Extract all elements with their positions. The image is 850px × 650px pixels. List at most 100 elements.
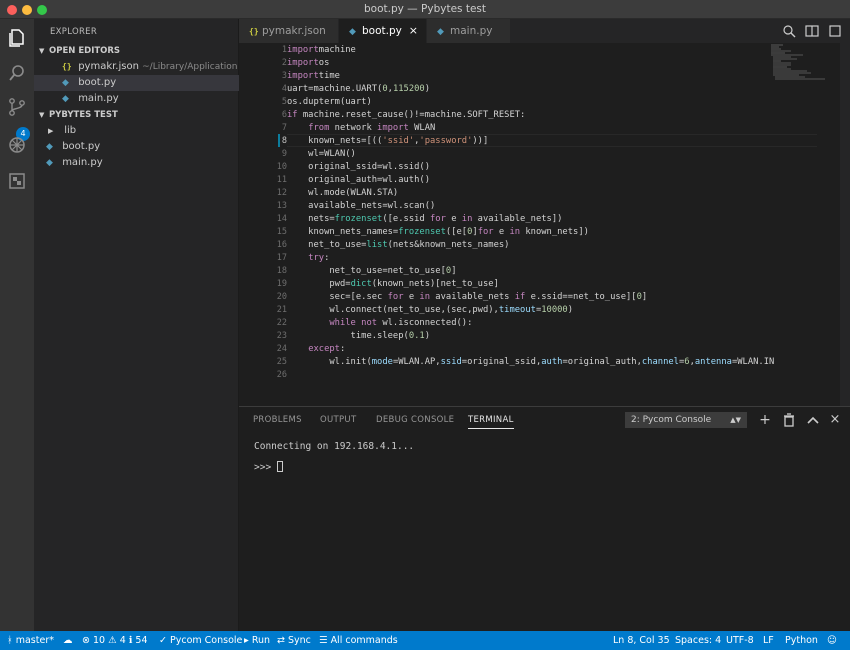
code-token: os.dupterm(uart)	[287, 97, 372, 107]
indentation[interactable]: Spaces: 4	[675, 631, 721, 650]
info-count: 54	[135, 635, 148, 646]
more-actions-icon[interactable]	[828, 24, 842, 38]
code-token: original_auth=wl.auth()	[287, 175, 430, 185]
terminal-select-value: 2: Pycom Console	[631, 415, 712, 425]
cursor-position[interactable]: Ln 8, Col 35	[613, 631, 670, 650]
code-line: uart=machine.UART(0,115200)	[287, 84, 430, 94]
branch-label: master*	[15, 635, 54, 646]
problems-indicator[interactable]: ⊗ 10 ⚠ 4 ℹ 54	[82, 631, 148, 650]
search-icon[interactable]	[7, 63, 27, 83]
activity-bar: 4	[0, 19, 34, 631]
code-line: importos	[287, 58, 329, 68]
code-token: if	[287, 110, 298, 120]
preview-icon[interactable]	[782, 24, 796, 38]
open-editor-item[interactable]: ◆ main.py	[34, 91, 239, 107]
file-item[interactable]: ◆ boot.py	[34, 139, 239, 155]
language-mode[interactable]: Python	[785, 631, 818, 650]
code-token: while	[329, 318, 356, 328]
source-control-icon[interactable]	[7, 97, 27, 117]
tab-main-py[interactable]: ◆ main.py	[427, 19, 511, 43]
code-token: ssid	[440, 357, 462, 367]
pycom-console-button[interactable]: ✓ Pycom Console	[159, 631, 242, 650]
tab-terminal[interactable]: TERMINAL	[468, 415, 514, 429]
code-token: known_nets_names=	[287, 227, 399, 237]
branch-indicator[interactable]: ᚼ master*	[7, 631, 54, 650]
open-editor-label: boot.py	[78, 77, 117, 88]
code-line: time.sleep(0.1)	[287, 331, 430, 341]
code-line: os.dupterm(uart)	[287, 97, 372, 107]
tab-output[interactable]: OUTPUT	[320, 415, 356, 425]
close-panel-icon[interactable]: ×	[827, 412, 843, 428]
play-icon: ▸	[244, 635, 249, 646]
extensions-icon[interactable]	[7, 171, 27, 191]
code-token: )	[567, 305, 574, 315]
split-editor-icon[interactable]	[805, 24, 819, 38]
minimap[interactable]	[769, 43, 839, 83]
code-token: wl.mode(WLAN.STA)	[287, 188, 399, 198]
terminal-select[interactable]: 2: Pycom Console ▲▼	[625, 412, 747, 428]
vertical-scrollbar[interactable]	[840, 43, 850, 406]
folder-item-lib[interactable]: ▶ lib	[34, 123, 239, 139]
open-editors-header[interactable]: ▼ OPEN EDITORS	[34, 43, 239, 59]
bottom-panel: PROBLEMS OUTPUT DEBUG CONSOLE TERMINAL 2…	[239, 406, 850, 631]
sync-button[interactable]: ⇄ Sync	[277, 631, 311, 650]
python-file-icon: ◆	[62, 94, 69, 104]
code-line: wl.connect(net_to_use,(sec,pwd),timeout=…	[287, 305, 573, 315]
open-editor-label: pymakr.json	[78, 61, 139, 72]
code-token: e	[493, 227, 510, 237]
editor-tab-bar: {} pymakr.json ◆ boot.py × ◆ main.py	[239, 19, 850, 43]
code-token: wl=WLAN()	[287, 149, 356, 159]
sidebar-title: EXPLORER	[50, 27, 98, 37]
python-file-icon: ◆	[46, 142, 53, 152]
close-tab-icon[interactable]: ×	[409, 19, 418, 43]
code-token: time	[318, 71, 340, 81]
tab-problems[interactable]: PROBLEMS	[253, 415, 302, 425]
sync-cloud-icon[interactable]: ☁	[63, 631, 73, 650]
code-token: 115200	[392, 84, 425, 94]
line-ending[interactable]: LF	[763, 631, 774, 650]
chevron-down-icon: ▼	[39, 111, 45, 119]
window-title: boot.py — Pybytes test	[364, 3, 486, 15]
code-token: timeout	[498, 305, 536, 315]
tab-debug-console[interactable]: DEBUG CONSOLE	[376, 415, 454, 425]
error-icon: ⊗	[82, 635, 90, 646]
select-arrows-icon: ▲▼	[730, 416, 741, 424]
tab-label: main.py	[450, 25, 493, 37]
terminal-output-line: Connecting on 192.168.4.1...	[254, 441, 415, 452]
code-token: in	[509, 227, 521, 237]
explorer-sidebar: EXPLORER ▼ OPEN EDITORS {} pymakr.json ~/…	[34, 19, 239, 631]
open-editor-item[interactable]: {} pymakr.json ~/Library/Application Su.…	[34, 59, 239, 75]
code-token: import	[377, 123, 409, 133]
code-line: original_auth=wl.auth()	[287, 175, 430, 185]
explorer-icon[interactable]	[7, 27, 27, 47]
chevron-up-icon[interactable]	[805, 412, 821, 428]
tab-boot-py[interactable]: ◆ boot.py ×	[339, 19, 427, 43]
terminal-prompt-line[interactable]: >>>	[254, 461, 283, 473]
code-line: from network import WLAN	[287, 123, 435, 133]
trash-icon[interactable]	[781, 412, 797, 428]
code-token: import	[287, 58, 319, 68]
sync-label: Sync	[288, 635, 311, 646]
new-terminal-icon[interactable]: +	[757, 412, 773, 428]
code-line: wl.init(mode=WLAN.AP,ssid=original_ssid,…	[287, 357, 774, 367]
code-editor[interactable]: 1 2 3 4 5 6 7 8 9 10 11 12 13 14 15 16 17 18 19 20 21 22 23 24 2…	[239, 43, 850, 406]
code-token: network	[329, 123, 378, 133]
all-commands-button[interactable]: ☰ All commands	[319, 631, 398, 650]
code-token: e	[445, 214, 462, 224]
open-editor-item[interactable]: ◆ boot.py	[34, 75, 239, 91]
git-branch-icon: ᚼ	[7, 635, 13, 646]
file-item[interactable]: ◆ main.py	[34, 155, 239, 171]
run-button[interactable]: ▸ Run	[244, 631, 270, 650]
code-token: for	[387, 292, 404, 302]
project-header[interactable]: ▼ PYBYTES TEST	[34, 107, 239, 123]
code-token: ]	[641, 292, 648, 302]
code-token: 'ssid'	[382, 136, 415, 146]
feedback-smiley-icon[interactable]: ☺	[827, 631, 837, 650]
line-number: 3	[281, 71, 287, 81]
line-number: 22	[276, 318, 287, 328]
code-token: ([e[	[445, 227, 468, 237]
debug-icon[interactable]	[7, 135, 27, 155]
encoding[interactable]: UTF-8	[726, 631, 754, 650]
tab-pymakr-json[interactable]: {} pymakr.json	[239, 19, 339, 43]
